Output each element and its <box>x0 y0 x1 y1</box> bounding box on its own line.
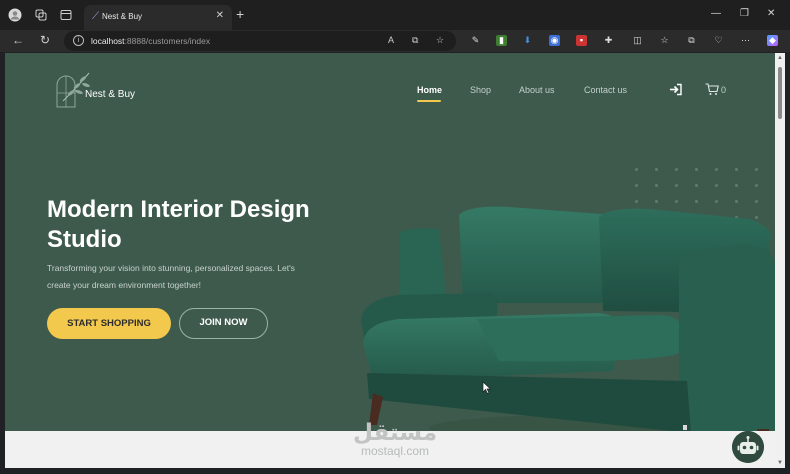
decorative-dot <box>655 168 658 171</box>
start-shopping-button[interactable]: START SHOPPING <box>47 308 171 339</box>
hero-title-line2: Studio <box>47 226 122 253</box>
reload-icon[interactable]: ↻ <box>40 34 50 46</box>
site-info-icon[interactable]: i <box>73 35 84 46</box>
address-row: ← ↻ i localhost:8888/customers/index A ⧉… <box>0 30 790 52</box>
decorative-dot <box>675 168 678 171</box>
close-tab-icon[interactable]: ✕ <box>216 10 224 21</box>
hero-subtitle-line2: create your dream environment together! <box>47 280 202 290</box>
decorative-dot <box>735 168 738 171</box>
nav-home[interactable]: Home <box>417 85 442 95</box>
decorative-dot <box>695 168 698 171</box>
decorative-dot <box>735 184 738 187</box>
red-extension-icon[interactable]: ▪ <box>576 35 587 46</box>
collections-icon[interactable]: ⧉ <box>686 35 697 46</box>
nav-about[interactable]: About us <box>519 85 555 95</box>
hero-title: Modern Interior Design Studio <box>47 195 347 255</box>
copilot-icon[interactable]: ◆ <box>767 35 778 46</box>
scrollbar-thumb[interactable] <box>778 67 782 119</box>
scroll-up-icon[interactable]: ▲ <box>777 55 783 61</box>
tab-bar: ⟋ Nest & Buy ✕ + — ❐ ✕ <box>0 0 790 30</box>
nav-shop[interactable]: Shop <box>470 85 491 95</box>
watermark-latin: mostaql.com <box>360 444 430 458</box>
decorative-dot <box>755 184 758 187</box>
cart-count: 0 <box>721 85 727 95</box>
login-icon[interactable] <box>669 83 683 96</box>
brand-name[interactable]: Nest & Buy <box>85 89 135 100</box>
hero-subtitle: Transforming your vision into stunning, … <box>47 260 337 294</box>
sofa-image <box>361 206 779 448</box>
new-tab-icon[interactable]: + <box>236 7 244 21</box>
extensions-puzzle-icon[interactable]: ✚ <box>603 35 614 46</box>
decorative-dot <box>715 184 718 187</box>
scroll-down-icon[interactable]: ▼ <box>777 460 783 466</box>
browser-essentials-icon[interactable]: ♡ <box>713 35 724 46</box>
minimize-icon[interactable]: — <box>711 9 721 19</box>
window-close-icon[interactable]: ✕ <box>767 9 775 19</box>
camera-extension-icon[interactable]: ◉ <box>549 35 560 46</box>
decorative-dot <box>635 184 638 187</box>
hero-subtitle-line1: Transforming your vision into stunning, … <box>47 263 295 273</box>
green-extension-icon[interactable]: ▮ <box>496 35 507 46</box>
hero-title-line1: Modern Interior Design <box>47 196 310 223</box>
active-tab[interactable]: ⟋ Nest & Buy ✕ <box>84 5 232 30</box>
download-extension-icon[interactable]: ⬇ <box>522 35 533 46</box>
watermark: مستقل mostaql.com <box>345 420 445 458</box>
tab-actions-icon[interactable] <box>59 8 73 22</box>
workspaces-icon[interactable] <box>34 8 48 22</box>
address-bar[interactable]: i localhost:8888/customers/index A ⧉ ☆ <box>64 31 456 51</box>
tab-title: Nest & Buy <box>102 12 143 21</box>
decorative-dot <box>655 184 658 187</box>
nav-active-underline <box>417 100 441 102</box>
page-viewport: Nest & Buy Home Shop About us Contact us… <box>5 53 785 468</box>
nav-contact[interactable]: Contact us <box>584 85 627 95</box>
watermark-arabic: مستقل <box>352 420 438 446</box>
join-now-button[interactable]: JOIN NOW <box>179 308 268 339</box>
favorite-star-icon[interactable]: ☆ <box>436 35 444 46</box>
more-menu-icon[interactable]: ⋯ <box>740 35 751 46</box>
read-aloud-icon[interactable]: A <box>388 35 394 45</box>
app-available-icon[interactable]: ⧉ <box>412 35 418 46</box>
eyedropper-extension-icon[interactable]: ✎ <box>470 35 481 46</box>
cart-icon[interactable] <box>705 83 719 96</box>
split-screen-icon[interactable]: ◫ <box>632 35 643 46</box>
url-text[interactable]: localhost:8888/customers/index <box>91 36 210 46</box>
mouse-cursor-icon <box>482 381 492 394</box>
page-scrollbar[interactable]: ▲ ▼ <box>775 53 785 468</box>
site-favicon-icon: ⟋ <box>92 11 99 22</box>
back-icon[interactable]: ← <box>12 34 24 46</box>
favorites-icon[interactable]: ☆ <box>659 35 670 46</box>
decorative-dot <box>755 168 758 171</box>
decorative-dot <box>675 184 678 187</box>
decorative-dot <box>635 168 638 171</box>
restore-icon[interactable]: ❐ <box>740 9 749 19</box>
browser-window: ⟋ Nest & Buy ✕ + — ❐ ✕ ← ↻ i localhost:8… <box>0 0 790 474</box>
decorative-dot <box>695 184 698 187</box>
chatbot-robot-icon[interactable] <box>732 431 764 463</box>
profile-icon[interactable] <box>8 8 22 22</box>
decorative-dot <box>715 168 718 171</box>
